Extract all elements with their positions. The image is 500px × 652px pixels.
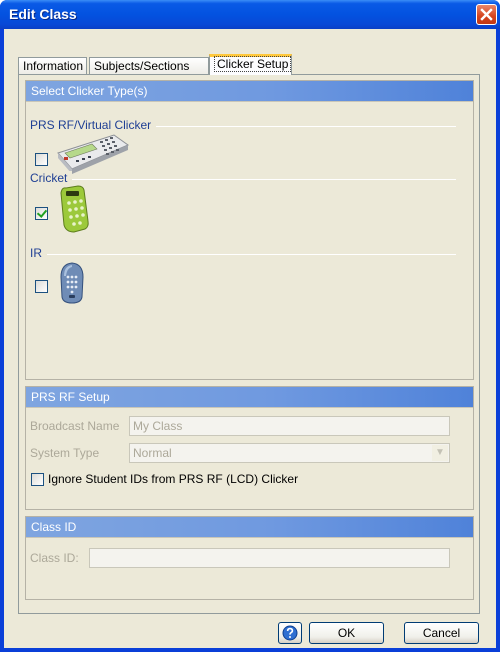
broadcast-name-label: Broadcast Name bbox=[30, 419, 120, 433]
panel-header: Class ID bbox=[26, 517, 473, 538]
ir-checkbox[interactable] bbox=[35, 280, 48, 293]
cricket-checkbox[interactable] bbox=[35, 207, 48, 220]
group-divider bbox=[36, 254, 456, 255]
ir-clicker-icon bbox=[60, 262, 84, 304]
panel-header: PRS RF Setup bbox=[26, 387, 473, 408]
broadcast-name-field[interactable]: My Class bbox=[129, 416, 450, 436]
class-id-field[interactable] bbox=[89, 548, 450, 568]
group-divider bbox=[36, 179, 456, 180]
group-label-ir: IR bbox=[30, 246, 47, 260]
tab-label: Clicker Setup bbox=[214, 56, 292, 72]
class-id-label: Class ID: bbox=[30, 551, 79, 565]
system-type-value: Normal bbox=[133, 446, 172, 460]
help-icon bbox=[282, 625, 298, 641]
help-button[interactable] bbox=[278, 622, 302, 644]
tab-clicker-setup[interactable]: Clicker Setup bbox=[209, 54, 292, 75]
cricket-clicker-icon bbox=[60, 185, 89, 233]
class-id-panel: Class ID Class ID: bbox=[25, 516, 474, 600]
system-type-dropdown[interactable]: Normal ▼ bbox=[129, 443, 450, 463]
select-clicker-panel: Select Clicker Type(s) PRS RF/Virtual Cl… bbox=[25, 80, 474, 380]
close-button[interactable] bbox=[476, 4, 497, 25]
ignore-student-ids-label[interactable]: Ignore Student IDs from PRS RF (LCD) Cli… bbox=[48, 472, 298, 486]
ignore-student-ids-checkbox[interactable] bbox=[31, 473, 44, 486]
group-label-cricket: Cricket bbox=[30, 171, 73, 185]
chevron-down-icon[interactable]: ▼ bbox=[432, 445, 448, 461]
edit-class-window: Edit Class Information Subjects/Sections… bbox=[0, 0, 500, 652]
dialog-body: Information Subjects/Sections Clicker Se… bbox=[4, 29, 496, 648]
panel-header: Select Clicker Type(s) bbox=[26, 81, 473, 102]
prs-rf-setup-panel: PRS RF Setup Broadcast Name My Class Sys… bbox=[25, 386, 474, 510]
cancel-label: Cancel bbox=[422, 626, 461, 640]
ok-button[interactable]: OK bbox=[309, 622, 384, 644]
tab-panel-clicker-setup: Select Clicker Type(s) PRS RF/Virtual Cl… bbox=[18, 74, 480, 614]
tab-subjects-sections[interactable]: Subjects/Sections bbox=[89, 57, 209, 75]
tab-label: Information bbox=[23, 59, 84, 73]
tab-information[interactable]: Information bbox=[18, 57, 87, 75]
system-type-label: System Type bbox=[30, 446, 100, 460]
cancel-button[interactable]: Cancel bbox=[404, 622, 479, 644]
ok-label: OK bbox=[337, 626, 356, 640]
group-label-prs-rf: PRS RF/Virtual Clicker bbox=[30, 118, 157, 132]
close-icon bbox=[480, 8, 493, 21]
window-title: Edit Class bbox=[9, 6, 77, 22]
prs-rf-clicker-icon bbox=[57, 134, 130, 174]
tab-label: Subjects/Sections bbox=[94, 59, 190, 73]
title-bar[interactable]: Edit Class bbox=[0, 0, 500, 29]
prs-rf-checkbox[interactable] bbox=[35, 153, 48, 166]
